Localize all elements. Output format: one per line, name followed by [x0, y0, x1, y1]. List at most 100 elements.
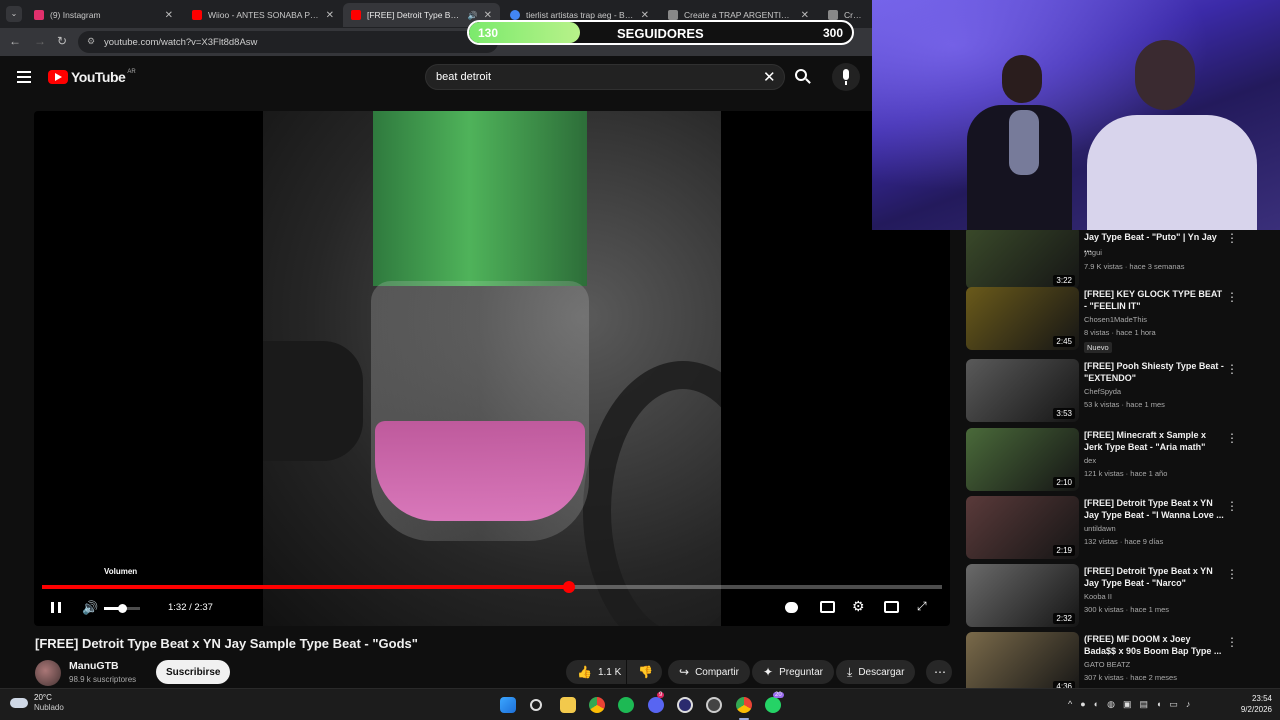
more-options-icon[interactable]: ⋮	[1226, 431, 1238, 445]
site-info-icon[interactable]: ⚙	[87, 36, 95, 47]
browser-tab-instagram[interactable]: (9) Instagram ✕	[26, 3, 181, 27]
fullscreen-icon[interactable]: ⤢	[917, 599, 927, 614]
youtube-favicon-icon	[192, 10, 202, 20]
recommended-video[interactable]: 2:10 [FREE] Minecraft x Sample x Jerk Typ…	[966, 428, 1266, 494]
youtube-play-icon	[48, 70, 68, 84]
video-thumbnail[interactable]: 4:36	[966, 632, 1079, 695]
thumbs-down-icon: 👎	[638, 665, 653, 679]
miniplayer-icon[interactable]	[884, 601, 899, 613]
video-meta: 121 k vistas · hace 1 año	[1084, 469, 1168, 478]
video-title[interactable]: [FREE] Detroit Type Beat x YN Jay Type B…	[1084, 497, 1224, 521]
video-title[interactable]: (FREE) MF DOOM x Joey Bada$$ x 90s Boom …	[1084, 633, 1224, 657]
video-thumbnail[interactable]: 3:53	[966, 359, 1079, 422]
video-title[interactable]: [FREE] Minecraft x Sample x Jerk Type Be…	[1084, 429, 1224, 453]
more-options-icon[interactable]: ⋮	[1226, 362, 1238, 376]
instagram-icon	[34, 10, 44, 20]
video-progress-bar[interactable]	[42, 581, 942, 593]
autoplay-toggle-icon[interactable]	[785, 602, 798, 613]
channel-avatar[interactable]	[35, 660, 61, 686]
search-icon[interactable]	[530, 699, 542, 711]
video-title[interactable]: [FREE] Pooh Shiesty Type Beat - "EXTENDO…	[1084, 360, 1224, 384]
video-thumbnail[interactable]: 2:10	[966, 428, 1079, 491]
chrome-icon[interactable]	[589, 697, 605, 713]
more-options-icon[interactable]: ⋮	[1226, 567, 1238, 581]
webcam-overlay	[872, 0, 1280, 230]
recommended-video[interactable]: 3:53 [FREE] Pooh Shiesty Type Beat - "EXT…	[966, 359, 1266, 425]
recommended-video[interactable]: 3:22 Jay Type Beat - "Puto" | Yn Jay ... y…	[966, 226, 1266, 294]
close-tab-icon[interactable]: ✕	[484, 10, 492, 21]
reload-icon[interactable]: ↻	[57, 34, 67, 48]
video-meta: 53 k vistas · hace 1 mes	[1084, 400, 1165, 409]
whatsapp-icon[interactable]	[765, 697, 781, 713]
spotify-icon[interactable]	[618, 697, 634, 713]
voice-search-icon[interactable]	[832, 63, 860, 91]
browser-tab-wiioo[interactable]: Wiioo - ANTES SONABA PEOR ✕	[184, 3, 342, 27]
more-actions-button[interactable]: ⋯	[926, 660, 952, 684]
recommended-video[interactable]: 2:19 [FREE] Detroit Type Beat x YN Jay Ty…	[966, 496, 1266, 562]
more-options-icon[interactable]: ⋮	[1226, 290, 1238, 304]
recommended-video[interactable]: 2:32 [FREE] Detroit Type Beat x YN Jay Ty…	[966, 564, 1266, 630]
discord-icon[interactable]	[648, 697, 664, 713]
car-dashboard-image	[263, 111, 721, 626]
video-thumbnail[interactable]: 2:32	[966, 564, 1079, 627]
share-button[interactable]: ↪ Compartir	[668, 660, 750, 684]
settings-icon[interactable]: ⚙	[852, 598, 865, 615]
chrome-active-icon[interactable]	[736, 697, 752, 713]
channel-name[interactable]: yugui	[1084, 248, 1102, 257]
app-icon[interactable]	[706, 697, 722, 713]
sparkle-icon: ✦	[763, 665, 774, 679]
video-thumbnail[interactable]: 2:19	[966, 496, 1079, 559]
ask-button[interactable]: ✦ Preguntar	[752, 660, 834, 684]
dislike-button[interactable]: 👎	[627, 660, 662, 684]
recommended-video[interactable]: 2:45 [FREE] KEY GLOCK TYPE BEAT - "FEELIN…	[966, 287, 1266, 353]
system-tray-icons[interactable]: ^●◐◍▣▤◖▭♪	[1068, 699, 1198, 710]
video-thumbnail[interactable]: 2:45	[966, 287, 1079, 350]
followers-label: SEGUIDORES	[617, 26, 704, 41]
subscribe-button[interactable]: Suscribirse	[156, 660, 231, 684]
channel-name[interactable]: untildawn	[1084, 524, 1116, 533]
channel-name[interactable]: ChefSpyda	[1084, 387, 1121, 396]
tab-list-dropdown-icon[interactable]: ⌄	[6, 6, 22, 22]
search-icon[interactable]	[795, 69, 811, 84]
video-duration: 3:53	[1053, 408, 1075, 419]
video-title[interactable]: [FREE] KEY GLOCK TYPE BEAT - "FEELIN IT"	[1084, 288, 1224, 312]
close-tab-icon[interactable]: ✕	[801, 10, 809, 21]
video-thumbnail[interactable]: 3:22	[966, 226, 1079, 289]
youtube-logo[interactable]: YouTube AR	[48, 69, 136, 85]
video-duration: 2:45	[1053, 336, 1075, 347]
volume-icon[interactable]: 🔊	[82, 600, 98, 616]
windows-taskbar: 20°C Nublado 9 20 ^●◐◍▣▤◖▭♪ 23:54 9/2/20…	[0, 688, 1280, 720]
pause-icon[interactable]	[51, 602, 61, 613]
search-input[interactable]: beat detroit	[425, 64, 785, 90]
volume-slider[interactable]	[104, 604, 140, 613]
close-tab-icon[interactable]: ✕	[326, 10, 334, 21]
channel-name[interactable]: Kooba II	[1084, 592, 1112, 601]
clear-search-icon[interactable]: ✕	[763, 68, 776, 86]
channel-name[interactable]: dex	[1084, 456, 1096, 465]
subtitles-icon[interactable]	[820, 601, 835, 613]
audio-playing-icon[interactable]: 🔊	[468, 11, 478, 20]
windows-start-icon[interactable]	[500, 697, 516, 713]
video-title[interactable]: [FREE] Detroit Type Beat x YN Jay Type B…	[1084, 565, 1224, 589]
close-tab-icon[interactable]: ✕	[641, 10, 649, 21]
cloud-icon	[10, 698, 28, 708]
close-tab-icon[interactable]: ✕	[165, 10, 173, 21]
more-options-icon[interactable]: ⋮	[1226, 231, 1238, 245]
download-button[interactable]: ⤓ Descargar	[836, 660, 916, 684]
video-title[interactable]: Jay Type Beat - "Puto" | Yn Jay ...	[1084, 231, 1224, 255]
like-button[interactable]: 👍 1.1 K	[566, 660, 626, 684]
video-player[interactable]	[34, 111, 950, 626]
clock[interactable]: 23:54 9/2/2026	[1228, 693, 1272, 715]
channel-name[interactable]: ManuGTB	[69, 660, 119, 672]
more-options-icon[interactable]: ⋮	[1226, 635, 1238, 649]
menu-icon[interactable]	[17, 71, 31, 83]
file-explorer-icon[interactable]	[560, 697, 576, 713]
url-field[interactable]: ⚙ youtube.com/watch?v=X3Flt8d8Asw	[78, 31, 498, 53]
obs-icon[interactable]	[677, 697, 693, 713]
forward-icon[interactable]: →	[34, 34, 46, 48]
weather-widget[interactable]: 20°C Nublado	[10, 693, 64, 713]
back-icon[interactable]: ←	[9, 34, 21, 48]
channel-name[interactable]: GATO BEATZ	[1084, 660, 1130, 669]
more-options-icon[interactable]: ⋮	[1226, 499, 1238, 513]
channel-name[interactable]: Chosen1MadeThis	[1084, 315, 1147, 324]
